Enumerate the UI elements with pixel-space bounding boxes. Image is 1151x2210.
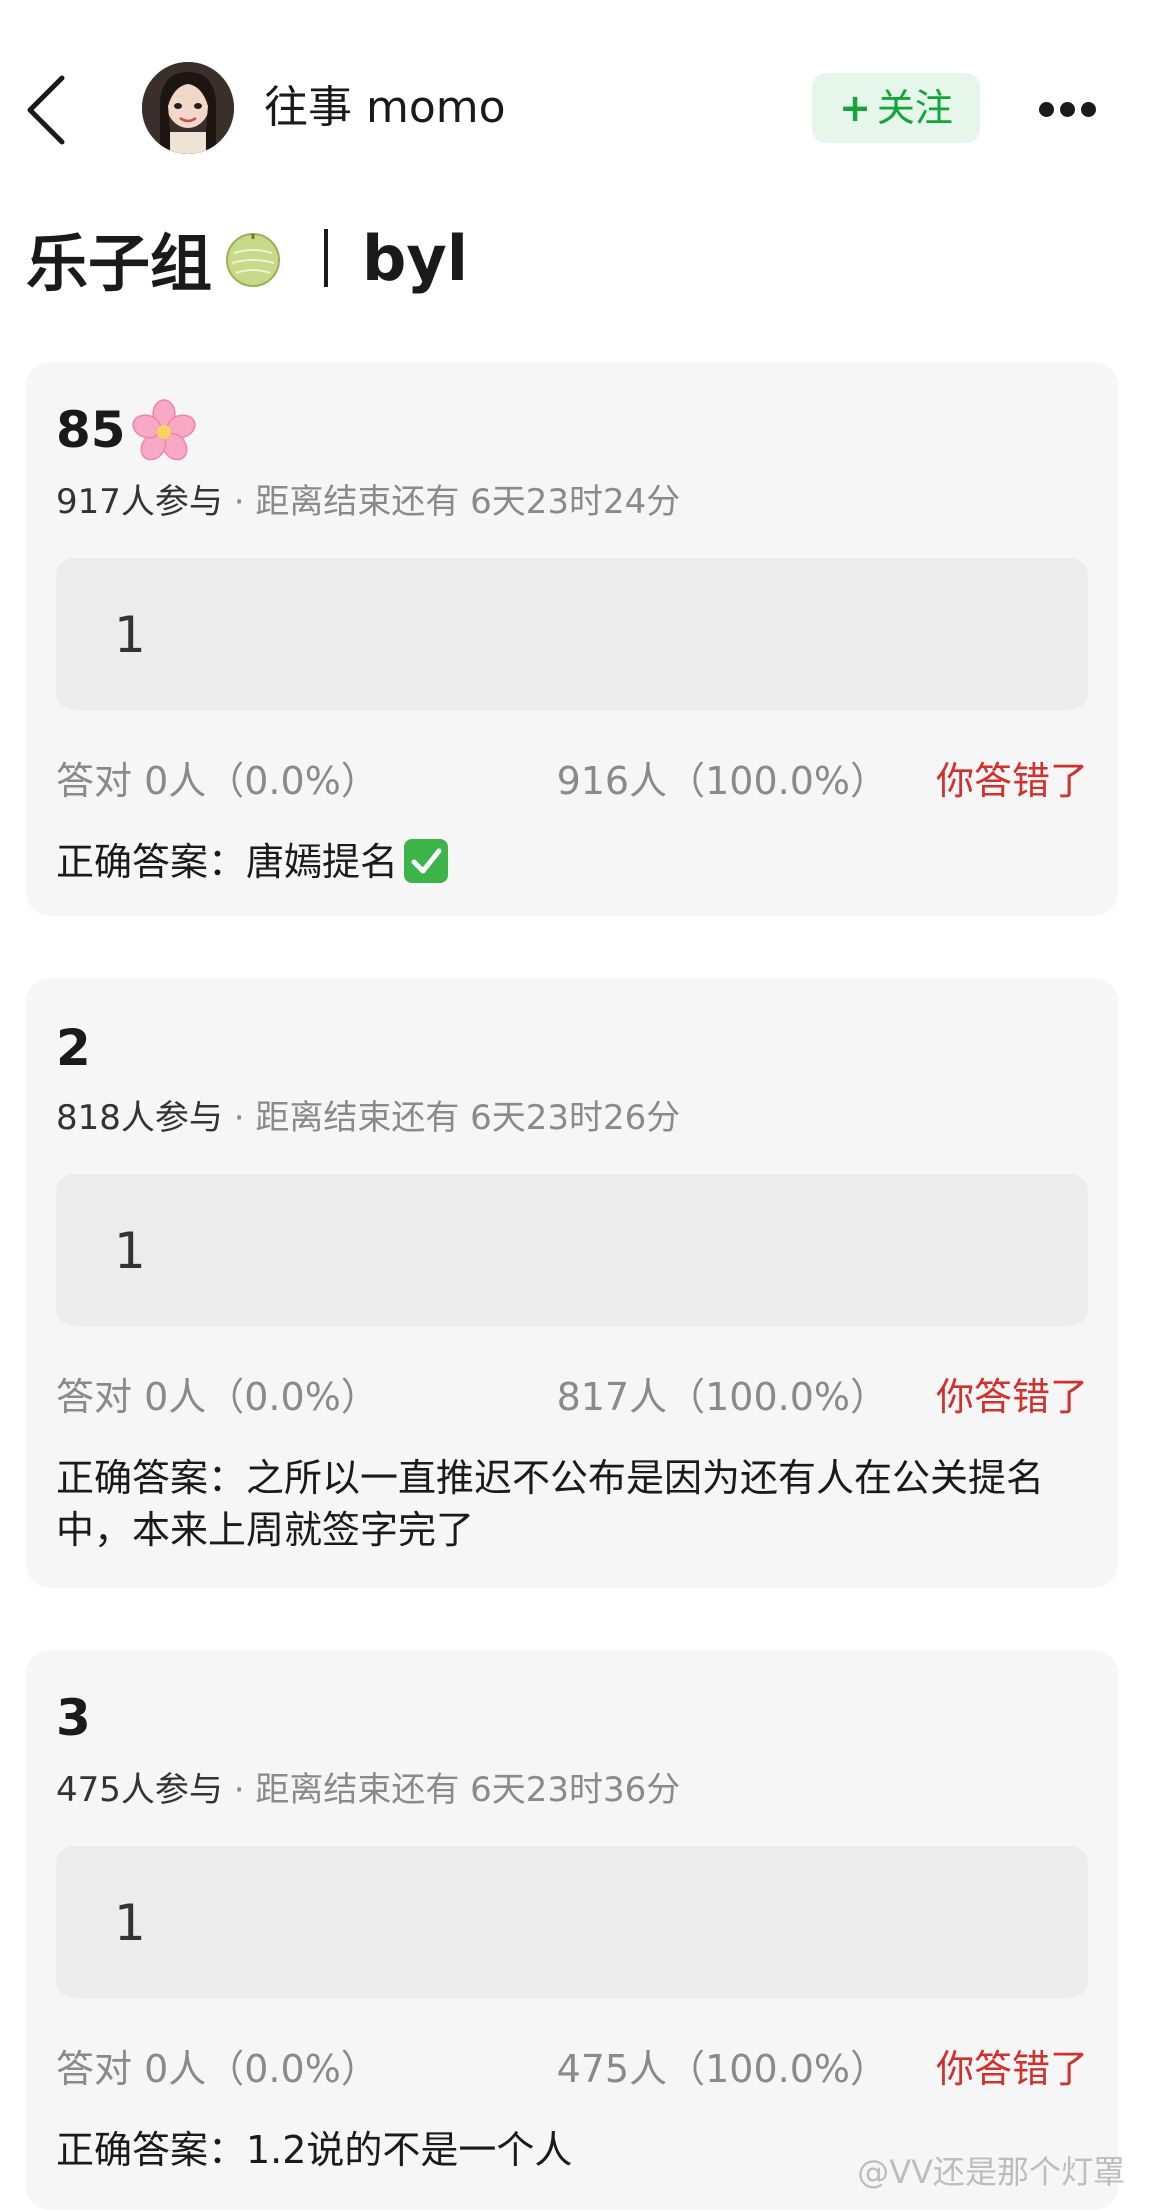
quiz-option[interactable]: 1 [56,1846,1088,1998]
avatar[interactable] [142,62,234,154]
follow-button[interactable]: + 关注 [812,73,980,143]
quiz-title: 2 [56,1019,91,1077]
quiz-meta: 818人参与 · 距离结束还有 6天23时26分 [56,1098,681,1138]
option-count: 817人（100.0%） [556,1375,888,1419]
option-count: 475人（100.0%） [556,2047,888,2091]
quiz-card: 2 818人参与 · 距离结束还有 6天23时26分 1 答对 0人（0.0%）… [26,978,1118,1588]
back-button[interactable] [22,72,72,148]
group-author: byl [362,221,469,295]
wrong-answer-label: 你答错了 [935,759,1088,803]
correct-count: 答对 0人（0.0%） [56,759,379,803]
more-dots-icon [1039,102,1054,117]
correct-count: 答对 0人（0.0%） [56,2047,379,2091]
follow-label: 关注 [876,86,953,130]
quiz-title: 3 [56,1689,91,1747]
quiz-meta: 475人参与 · 距离结束还有 6天23时36分 [56,1770,681,1810]
quiz-option[interactable]: 1 [56,1174,1088,1326]
username[interactable]: 往事 momo [264,80,506,136]
melon-icon [222,227,284,289]
back-arrow-icon [27,75,65,145]
result-row: 答对 0人（0.0%） 475人（100.0%） 你答错了 [56,2044,1088,2094]
check-mark-icon [402,837,450,885]
cherry-blossom-icon [131,398,196,462]
wrong-answer-label: 你答错了 [935,1375,1088,1419]
quiz-meta: 917人参与 · 距离结束还有 6天23时24分 [56,482,681,522]
top-bar: 往事 momo + 关注 [0,0,1151,200]
correct-count: 答对 0人（0.0%） [56,1375,379,1419]
quiz-option[interactable]: 1 [56,558,1088,710]
result-row: 答对 0人（0.0%） 817人（100.0%） 你答错了 [56,1372,1088,1422]
plus-icon: + [839,86,871,130]
title-divider [324,229,329,287]
correct-answer: 正确答案：之所以一直推迟不公布是因为还有人在公关提名中，本来上周就签字完了 [56,1456,1045,1552]
quiz-title: 85 [56,398,196,462]
quiz-card: 3 475人参与 · 距离结束还有 6天23时36分 1 答对 0人（0.0%）… [26,1650,1118,2210]
wrong-answer-label: 你答错了 [935,2047,1088,2091]
option-count: 916人（100.0%） [556,759,888,803]
correct-answer: 正确答案：唐嫣提名 [56,836,1088,888]
watermark: @VV还是那个灯罩 [857,2153,1125,2191]
more-options-button[interactable] [1036,90,1106,130]
group-title: 乐子组 byl [26,218,469,301]
group-name: 乐子组 [26,227,213,300]
result-row: 答对 0人（0.0%） 916人（100.0%） 你答错了 [56,756,1088,806]
quiz-card: 85 917人参与 · 距离结束还有 6天23时24分 1 答对 0人（0.0%… [26,362,1118,916]
